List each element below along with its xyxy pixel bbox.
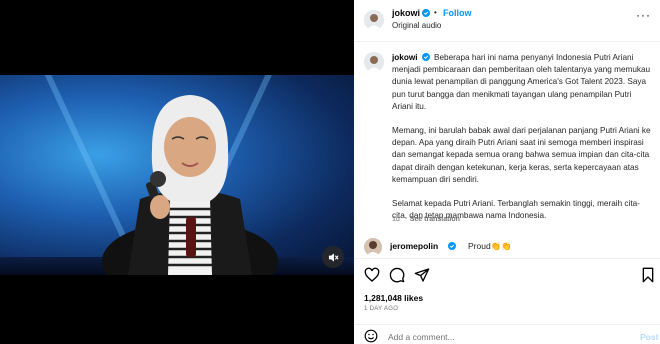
verified-badge-icon xyxy=(421,53,430,61)
comment-text: Proud👏👏 xyxy=(468,241,512,251)
add-comment-bar: Add a comment... Post xyxy=(354,324,660,344)
post-detail-panel: jokowi • Follow Original audio ··· jokow… xyxy=(354,0,660,344)
comment-icon[interactable] xyxy=(389,267,405,283)
share-icon[interactable] xyxy=(414,267,430,283)
like-heart-icon[interactable] xyxy=(364,267,380,283)
verified-badge-icon xyxy=(422,9,430,17)
emoji-icon[interactable] xyxy=(364,329,378,343)
post-comment-button[interactable]: Post xyxy=(640,332,658,342)
mute-button[interactable] xyxy=(322,246,344,268)
post-actions: 1,281,048 likes 1 DAY AGO xyxy=(354,258,660,330)
video-player[interactable] xyxy=(0,75,354,275)
see-translation-link[interactable]: See translation xyxy=(410,216,460,223)
verified-badge-icon xyxy=(448,242,456,250)
caption-time: 1d xyxy=(392,216,400,223)
avatar[interactable] xyxy=(364,10,384,30)
post-username[interactable]: jokowi xyxy=(392,8,420,18)
follow-button[interactable]: Follow xyxy=(443,8,472,18)
speaker-muted-icon xyxy=(328,252,339,262)
comment-item: jeromepolin Proud👏👏 xyxy=(364,238,660,256)
comment-username[interactable]: jeromepolin xyxy=(390,241,438,251)
more-options-icon[interactable]: ··· xyxy=(636,8,651,22)
caption-paragraph-1: Beberapa hari ini nama penyanyi Indonesi… xyxy=(392,53,651,111)
audio-label[interactable]: Original audio xyxy=(392,21,441,30)
post-caption: jokowi Beberapa hari ini nama penyanyi I… xyxy=(392,52,654,234)
add-comment-input[interactable]: Add a comment... xyxy=(388,332,455,342)
media-pane xyxy=(0,0,354,344)
likes-count[interactable]: 1,281,048 likes xyxy=(364,293,423,303)
caption-paragraph-2: Memang, ini barulah babak awal dari perj… xyxy=(392,126,651,184)
separator-dot: • xyxy=(434,8,437,17)
caption-meta: 1d See translation xyxy=(392,216,468,223)
caption-username[interactable]: jokowi xyxy=(392,53,417,62)
post-time-ago: 1 DAY AGO xyxy=(364,306,399,312)
caption-avatar[interactable] xyxy=(364,52,384,72)
save-bookmark-icon[interactable] xyxy=(640,267,656,283)
post-header: jokowi • Follow Original audio ··· xyxy=(354,0,660,42)
comment-avatar[interactable] xyxy=(364,238,382,256)
performer-figure xyxy=(102,95,278,275)
